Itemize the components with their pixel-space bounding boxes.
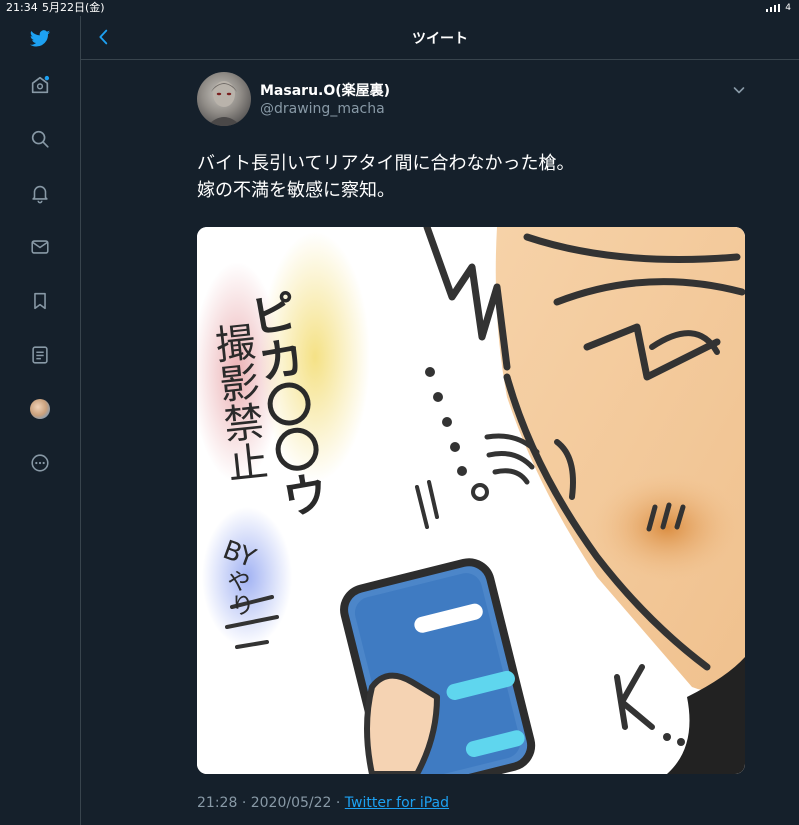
tweet-source-link[interactable]: Twitter for iPad bbox=[345, 795, 449, 811]
more-icon[interactable] bbox=[27, 450, 53, 476]
sidebar-nav bbox=[0, 16, 81, 825]
status-bar: 21:34 5月22日(金) 4 bbox=[0, 0, 799, 16]
list-icon[interactable] bbox=[27, 342, 53, 368]
meta-separator: · bbox=[241, 795, 247, 811]
bell-icon[interactable] bbox=[27, 180, 53, 206]
search-icon[interactable] bbox=[27, 126, 53, 152]
author-avatar[interactable] bbox=[197, 72, 251, 126]
tweet-time: 21:28 bbox=[197, 795, 238, 811]
tweet-text-line: 嫁の不満を敏感に察知。 bbox=[197, 180, 395, 201]
profile-avatar-icon[interactable] bbox=[27, 396, 53, 422]
battery-text: 4 bbox=[785, 3, 791, 13]
header: ツイート bbox=[81, 16, 799, 60]
status-time: 21:34 bbox=[6, 1, 38, 14]
signal-icon: 4 bbox=[766, 3, 791, 13]
chevron-down-icon[interactable] bbox=[731, 82, 747, 98]
bookmark-icon[interactable] bbox=[27, 288, 53, 314]
meta-separator: · bbox=[335, 795, 341, 811]
tweet-text: バイト長引いてリアタイ間に合わなかった槍。 嫁の不満を敏感に察知。 bbox=[197, 150, 745, 204]
illustration: ピカ〇〇ウ 撮影禁止 BY やり bbox=[197, 227, 745, 774]
tweet-text-line: バイト長引いてリアタイ間に合わなかった槍。 bbox=[197, 153, 575, 174]
status-date: 5月22日(金) bbox=[42, 1, 105, 14]
tweet-meta: 21:28 · 2020/05/22 · Twitter for iPad bbox=[197, 795, 449, 811]
author-handle[interactable]: @drawing_macha bbox=[260, 101, 385, 117]
author-name[interactable]: Masaru.O(楽屋裏) bbox=[260, 80, 390, 100]
mail-icon[interactable] bbox=[27, 234, 53, 260]
page-title: ツイート bbox=[412, 31, 468, 47]
tweet-date: 2020/05/22 bbox=[250, 795, 332, 811]
home-icon[interactable] bbox=[27, 72, 53, 98]
twitter-logo-icon[interactable] bbox=[27, 26, 53, 52]
tweet-image[interactable]: ピカ〇〇ウ 撮影禁止 BY やり bbox=[197, 227, 745, 774]
